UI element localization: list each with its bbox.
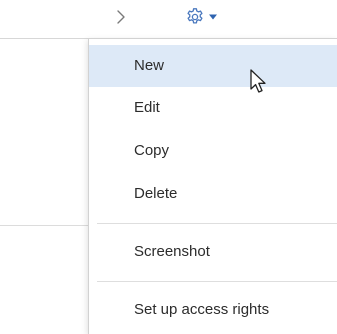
settings-menu-button[interactable] [185,6,223,28]
menu-separator [97,281,337,282]
chevron-right-icon [117,10,125,24]
menu-item-copy[interactable]: Copy [89,130,337,172]
menu-item-new[interactable]: New [89,45,337,87]
page-divider [0,38,90,39]
menu-separator [97,223,337,224]
next-button[interactable] [112,6,130,28]
menu-item-edit[interactable]: Edit [89,87,337,129]
caret-down-icon [209,14,217,20]
menu-item-delete[interactable]: Delete [89,173,337,215]
menu-item-screenshot[interactable]: Screenshot [89,231,337,273]
toolbar [0,0,337,38]
menu-item-set-up-access-rights[interactable]: Set up access rights [89,289,337,331]
settings-dropdown-menu: New Edit Copy Delete Screenshot Set up a… [88,38,337,334]
gear-icon [187,8,203,24]
page-divider [0,225,90,226]
